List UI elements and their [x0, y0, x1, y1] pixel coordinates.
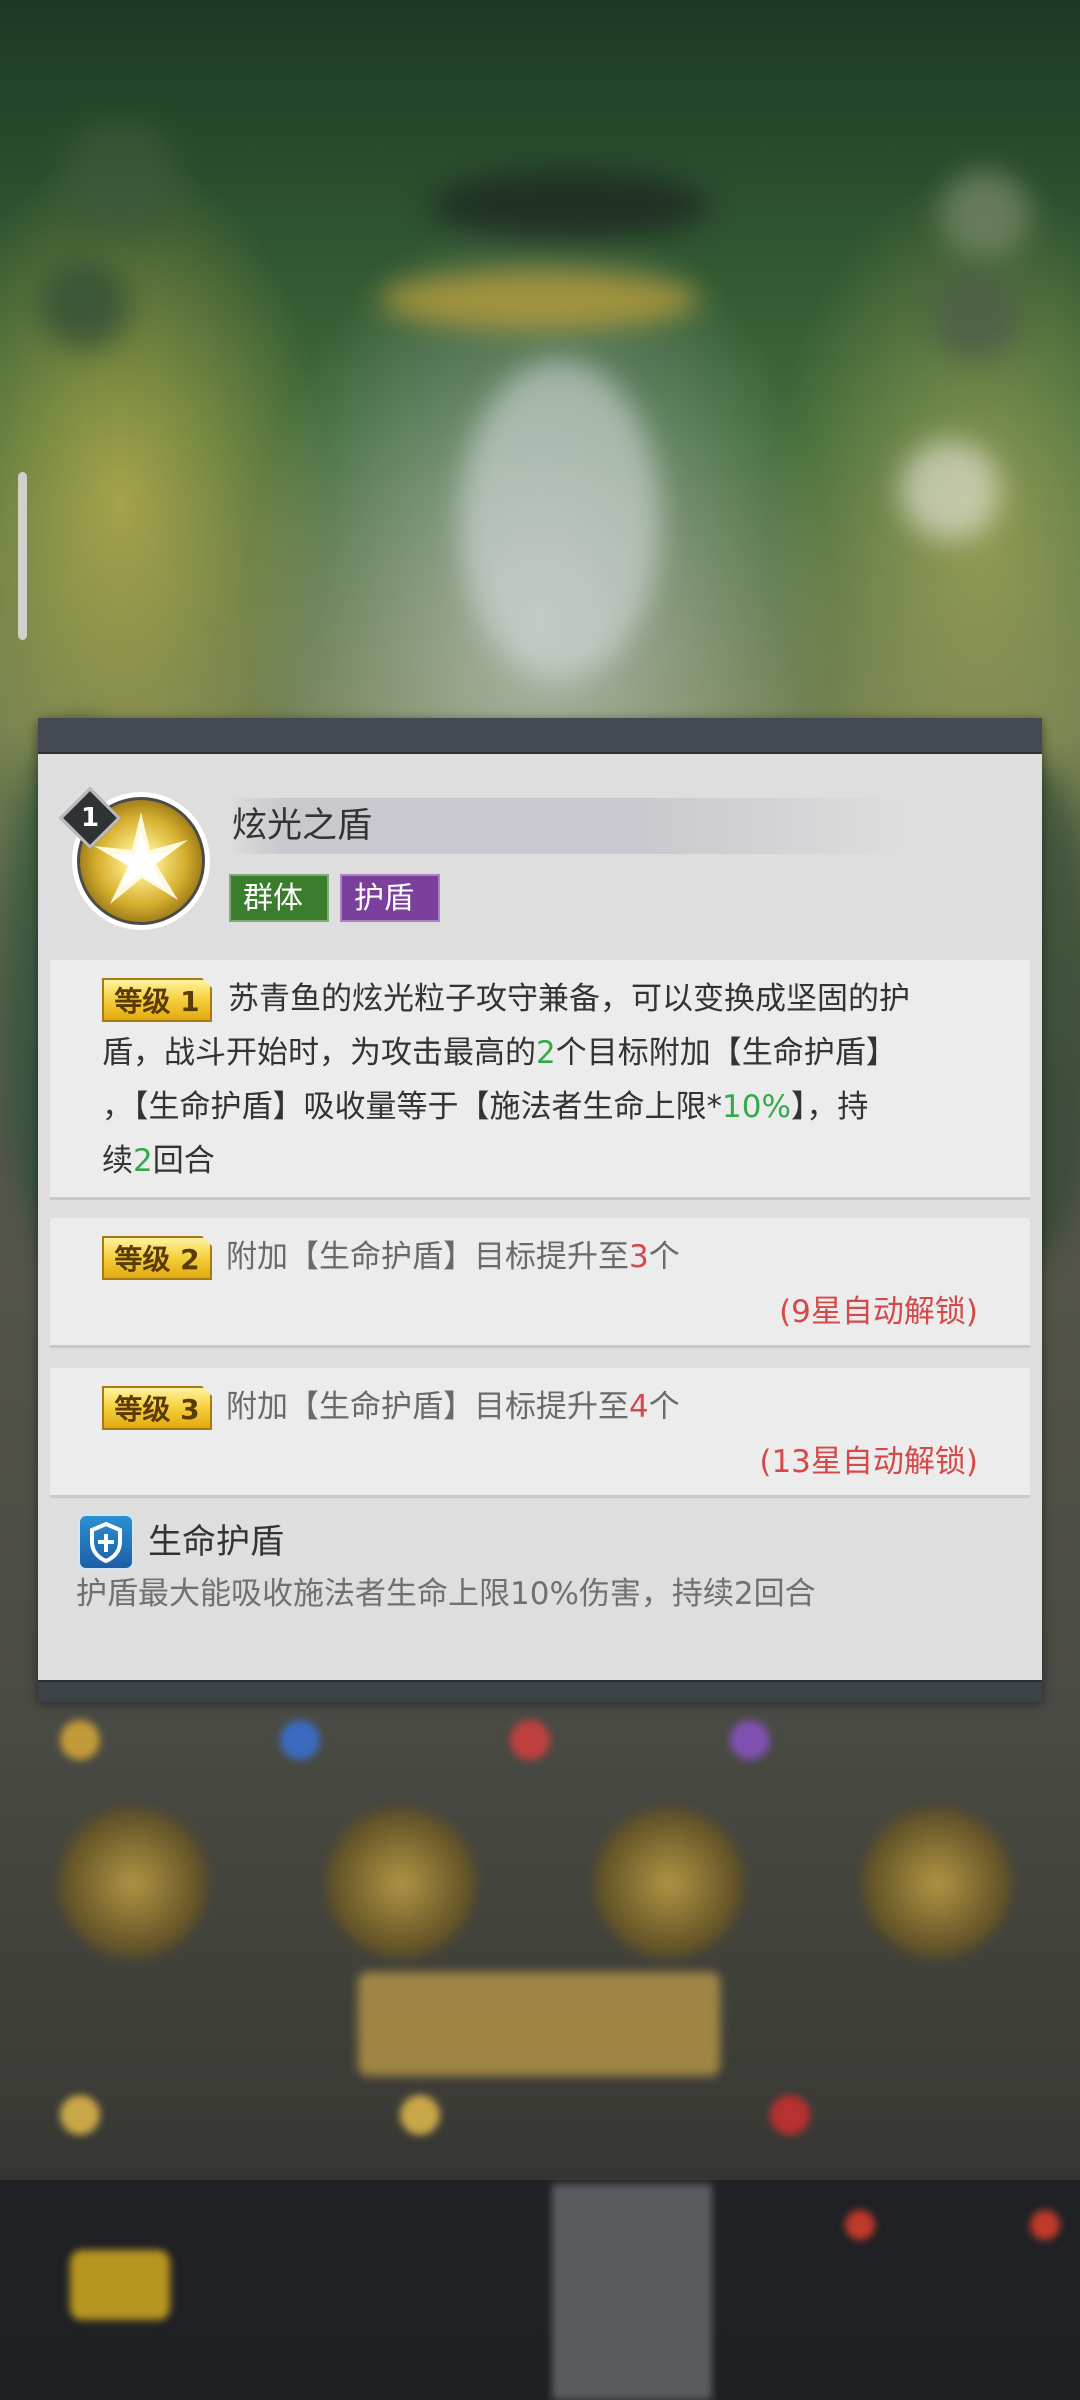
description-line: 苏青鱼的炫光粒子攻守兼备，可以变换成坚固的护	[102, 972, 1002, 1026]
buff-title: 生命护盾	[148, 1522, 284, 1562]
level-2-badge: 等级 2	[102, 1236, 212, 1280]
level-2-unlock-condition: (9星自动解锁)	[779, 1294, 978, 1330]
tag-group-target: 群体	[229, 874, 329, 922]
level-2-description: 附加【生命护盾】目标提升至3个	[226, 1230, 680, 1284]
level-1-description: 苏青鱼的炫光粒子攻守兼备，可以变换成坚固的护 盾，战斗开始时，为攻击最高的2个目标…	[102, 972, 1002, 1188]
description-line: 附加【生命护盾】目标提升至3个	[226, 1230, 680, 1284]
buff-description: 护盾最大能吸收施法者生命上限10%伤害，持续2回合	[76, 1576, 816, 1612]
shield-buff-icon	[78, 1514, 134, 1570]
highlight-value-red: 4	[629, 1389, 649, 1425]
tag-shield: 护盾	[340, 874, 440, 922]
highlight-value-red: 3	[629, 1239, 649, 1275]
text-segment: 续	[102, 1143, 133, 1179]
highlight-value: 2	[133, 1143, 153, 1179]
text-segment: 盾，战斗开始时，为攻击最高的	[102, 1035, 536, 1071]
dialog-bottom-bar	[38, 1680, 1042, 1702]
description-line: 附加【生命护盾】目标提升至4个	[226, 1380, 680, 1434]
level-2-block: 等级 2 附加【生命护盾】目标提升至3个 (9星自动解锁)	[50, 1218, 1030, 1348]
description-line: 续2回合	[102, 1134, 1002, 1188]
scroll-indicator[interactable]	[18, 472, 27, 640]
text-segment: 】，持	[790, 1089, 869, 1125]
level-3-unlock-condition: (13星自动解锁)	[759, 1444, 978, 1480]
highlight-value: 2	[536, 1035, 556, 1071]
text-segment: 个	[648, 1239, 680, 1275]
dialog-top-bar	[38, 718, 1042, 754]
level-3-description: 附加【生命护盾】目标提升至4个	[226, 1380, 680, 1434]
skill-detail-dialog: 1 炫光之盾 群体 护盾 等级 1 苏青鱼的炫光粒子攻守兼备，可以变换成坚固的护…	[38, 718, 1042, 1702]
description-line: ，【生命护盾】吸收量等于【施法者生命上限*10%】，持	[102, 1080, 1002, 1134]
text-segment: 附加【生命护盾】目标提升至	[226, 1389, 629, 1425]
text-segment: 回合	[152, 1143, 215, 1179]
text-segment: 苏青鱼的炫光粒子攻守兼备，可以变换成坚固的护	[228, 981, 910, 1017]
highlight-value: 10%	[722, 1089, 791, 1125]
level-1-block: 等级 1 苏青鱼的炫光粒子攻守兼备，可以变换成坚固的护 盾，战斗开始时，为攻击最高…	[50, 960, 1030, 1200]
level-3-block: 等级 3 附加【生命护盾】目标提升至4个 (13星自动解锁)	[50, 1368, 1030, 1498]
text-segment: ，【生命护盾】吸收量等于【施法者生命上限*	[102, 1089, 722, 1125]
text-segment: 个目标附加【生命护盾】	[555, 1035, 897, 1071]
level-3-badge: 等级 3	[102, 1386, 212, 1430]
text-segment: 附加【生命护盾】目标提升至	[226, 1239, 629, 1275]
skill-title: 炫光之盾	[232, 806, 373, 846]
description-line: 盾，战斗开始时，为攻击最高的2个目标附加【生命护盾】	[102, 1026, 1002, 1080]
skill-level-number: 1	[80, 803, 100, 833]
text-segment: 个	[648, 1389, 680, 1425]
